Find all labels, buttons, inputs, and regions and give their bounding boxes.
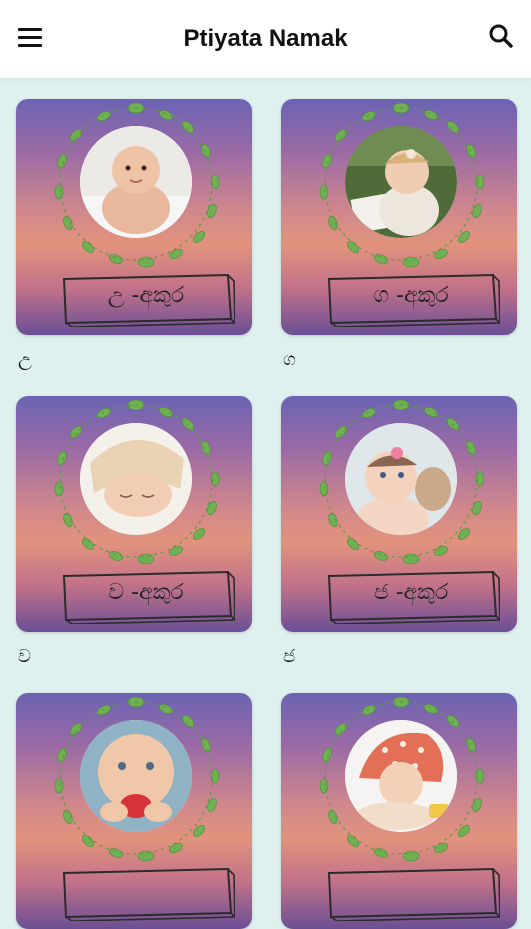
- baby-photo: [345, 126, 457, 238]
- plate-label: ග -අකුර: [373, 283, 449, 308]
- plate-frame: [327, 867, 500, 921]
- letter-card[interactable]: ව -අකුර ව: [16, 396, 252, 667]
- letter-tile[interactable]: ජ -අකුර: [281, 396, 517, 632]
- letter-tile[interactable]: [281, 693, 517, 929]
- baby-photo: [80, 423, 192, 535]
- plate-frame: [62, 867, 235, 921]
- letter-tile[interactable]: ව -අකුර: [16, 396, 252, 632]
- letter-card[interactable]: උ -අකුර උ: [16, 99, 252, 370]
- app-title: Ptiyata Namak: [183, 25, 348, 52]
- baby-photo: [80, 720, 192, 832]
- plate-label: ව -අකුර: [108, 580, 184, 605]
- letter-card[interactable]: [281, 693, 517, 929]
- plate-label: ජ -අකුර: [373, 580, 449, 605]
- letter-tile[interactable]: [16, 693, 252, 929]
- letter-card[interactable]: [16, 693, 252, 929]
- baby-photo: [345, 720, 457, 832]
- letter-card[interactable]: ග -අකුර ග: [281, 99, 517, 370]
- baby-photo: [345, 423, 457, 535]
- letter-tile[interactable]: ග -අකුර: [281, 99, 517, 335]
- card-caption: ව: [18, 646, 31, 667]
- search-icon: [489, 24, 513, 48]
- card-caption: උ: [18, 349, 32, 370]
- card-caption: ග: [283, 349, 296, 370]
- letter-card[interactable]: ජ -අකුර ජ: [281, 396, 517, 667]
- letter-tile[interactable]: උ -අකුර: [16, 99, 252, 335]
- card-caption: ජ: [283, 646, 296, 667]
- plate-label: උ -අකුර: [107, 283, 185, 308]
- app-bar: Ptiyata Namak: [0, 0, 531, 78]
- menu-button[interactable]: [10, 17, 50, 57]
- menu-icon: [18, 27, 42, 47]
- search-button[interactable]: [481, 16, 521, 56]
- baby-photo: [80, 126, 192, 238]
